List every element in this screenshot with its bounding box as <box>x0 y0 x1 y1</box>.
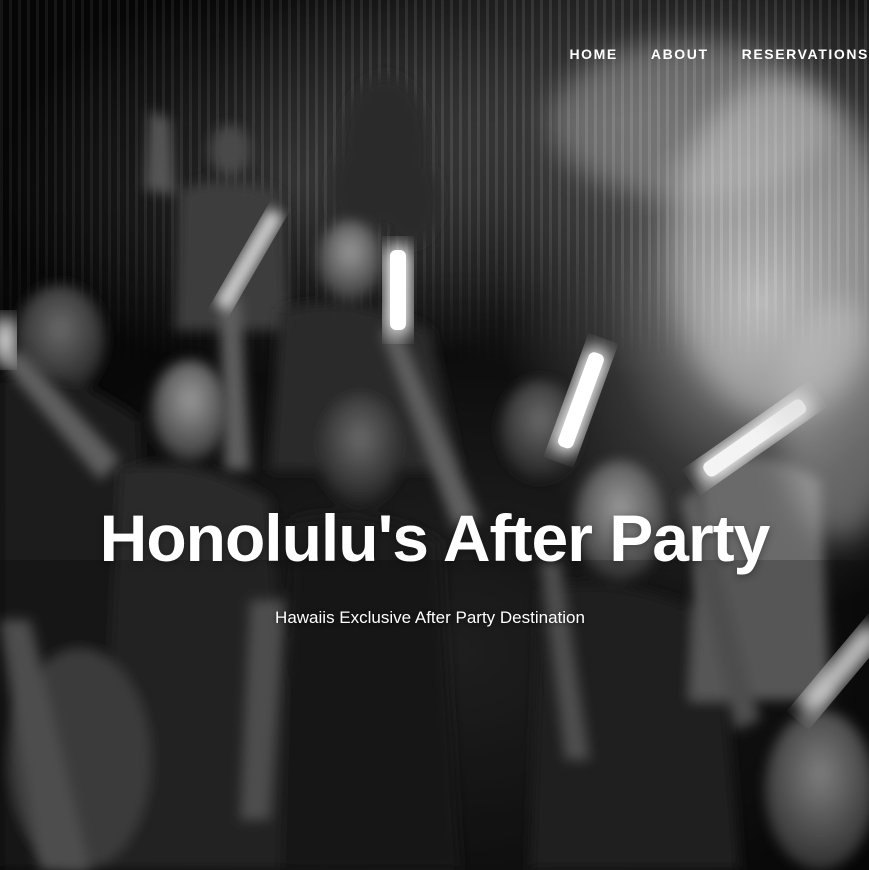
nav-link-about[interactable]: ABOUT <box>651 46 709 62</box>
hero-title: Honolulu's After Party <box>99 501 771 575</box>
main-navigation: HOME ABOUT RESERVATIONS <box>536 46 869 62</box>
hero-subtitle: Hawaiis Exclusive After Party Destinatio… <box>275 608 585 627</box>
hero-background-image <box>0 40 869 870</box>
nav-link-reservations[interactable]: RESERVATIONS <box>742 46 869 62</box>
plant-silhouette <box>330 75 440 245</box>
hero-section: HOME ABOUT RESERVATIONS Honolulu's After… <box>0 0 869 870</box>
nav-link-home[interactable]: HOME <box>569 46 617 62</box>
